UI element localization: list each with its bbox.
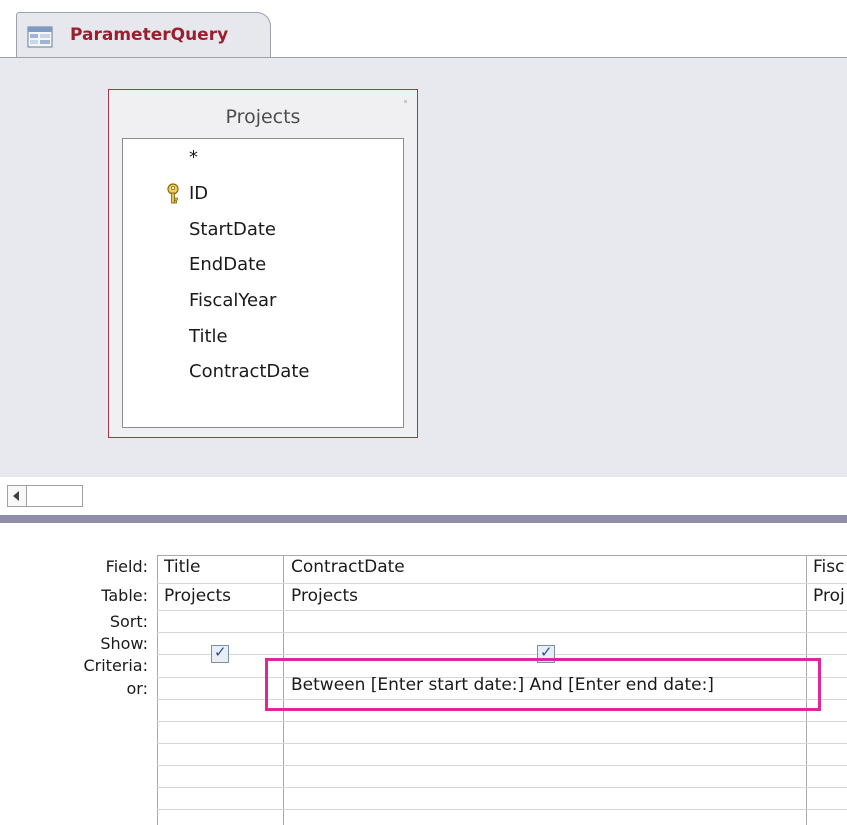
table-projects[interactable]: Projects * ID StartDate EndDate FiscalYe… — [108, 89, 418, 438]
field-list[interactable]: * ID StartDate EndDate FiscalYear Title … — [122, 138, 404, 428]
query-design-area: Projects * ID StartDate EndDate FiscalYe… — [0, 57, 847, 478]
row-label-show: Show: — [100, 634, 148, 653]
row-label-field: Field: — [105, 557, 148, 576]
grid-row-divider — [157, 809, 847, 810]
field-cell-title[interactable]: Title — [164, 557, 279, 577]
grid-row-divider — [157, 765, 847, 766]
grid-row-divider — [157, 583, 847, 584]
tab-label: ParameterQuery — [70, 25, 229, 45]
field-enddate[interactable]: EndDate — [189, 254, 266, 275]
query-icon — [27, 26, 53, 48]
row-label-or: or: — [126, 679, 148, 698]
row-label-sort: Sort: — [109, 612, 148, 631]
criteria-highlight-box — [265, 658, 821, 711]
table-cell-fiscalyear[interactable]: Proj — [813, 586, 847, 606]
document-tab-strip: ParameterQuery — [0, 0, 847, 58]
field-cell-fiscalyear[interactable]: Fisc — [813, 557, 847, 577]
field-cell-contractdate[interactable]: ContractDate — [291, 557, 801, 577]
table-cell-contractdate[interactable]: Projects — [291, 586, 801, 606]
field-id[interactable]: ID — [189, 183, 208, 204]
table-title: Projects — [225, 106, 301, 128]
grid-row-divider — [157, 654, 847, 655]
field-startdate[interactable]: StartDate — [189, 219, 276, 240]
field-fiscalyear[interactable]: FiscalYear — [189, 290, 276, 311]
grid-row-divider — [157, 610, 847, 611]
row-label-criteria: Criteria: — [83, 656, 148, 675]
tab-parameterquery[interactable]: ParameterQuery — [16, 12, 271, 58]
scroll-track[interactable] — [27, 485, 83, 507]
grid-row-divider — [157, 555, 847, 556]
field-contractdate[interactable]: ContractDate — [189, 361, 309, 382]
field-all[interactable]: * — [189, 147, 198, 168]
grid-row-divider — [157, 787, 847, 788]
primary-key-icon — [167, 183, 179, 204]
arrow-left-icon — [13, 491, 19, 501]
pane-splitter[interactable] — [0, 515, 847, 523]
table-cell-title[interactable]: Projects — [164, 586, 279, 606]
grid-column-divider — [157, 555, 158, 825]
grid-row-divider — [157, 743, 847, 744]
horizontal-scrollbar[interactable] — [0, 477, 847, 515]
grid-row-divider — [157, 632, 847, 633]
field-title[interactable]: Title — [189, 326, 228, 347]
scroll-left-button[interactable] — [7, 485, 27, 507]
row-label-table: Table: — [101, 586, 148, 605]
grid-row-divider — [157, 721, 847, 722]
show-checkbox-title[interactable] — [211, 643, 229, 663]
resize-handle[interactable] — [404, 100, 407, 103]
